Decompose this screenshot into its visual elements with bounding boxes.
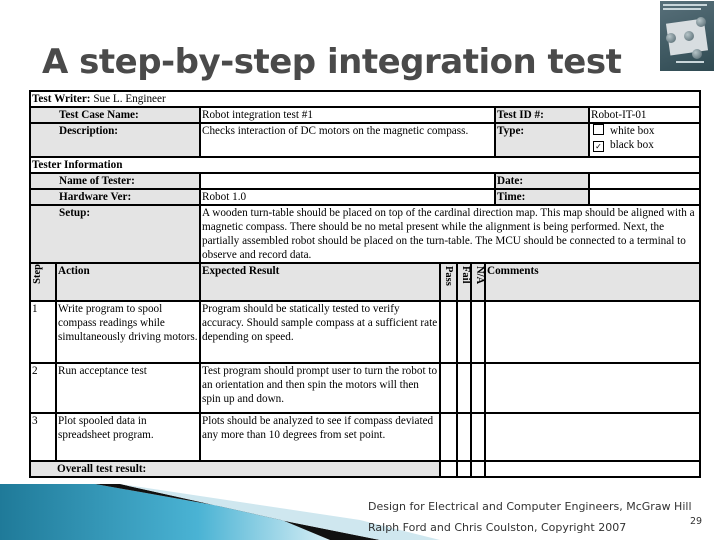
page-number: 29 bbox=[690, 516, 703, 527]
type-label: Type: bbox=[494, 122, 590, 158]
book-title-line bbox=[663, 4, 707, 6]
step-action: Run acceptance test bbox=[55, 362, 201, 414]
tester-information-heading: Tester Information bbox=[28, 156, 702, 174]
step-na-cell[interactable] bbox=[470, 300, 486, 364]
step-fail-cell[interactable] bbox=[456, 412, 472, 462]
step-comments-cell[interactable] bbox=[484, 300, 701, 364]
molecule-ball-icon bbox=[692, 49, 702, 59]
checkbox-unchecked-icon[interactable] bbox=[593, 125, 604, 135]
description-value[interactable]: Checks interaction of DC motors on the m… bbox=[199, 122, 496, 158]
na-header-text: N/A bbox=[474, 266, 485, 285]
setup-label: Setup: bbox=[29, 204, 201, 264]
molecule-ball-icon bbox=[666, 33, 676, 43]
step-expected-result: Program should be statically tested to v… bbox=[199, 300, 441, 364]
footer-line-authors: Ralph Ford and Chris Coulston, Copyright… bbox=[368, 521, 627, 534]
step-number: 2 bbox=[29, 362, 57, 414]
table-row: 2 Run acceptance test Test program shoul… bbox=[29, 362, 701, 414]
tester-name-label: Name of Tester: bbox=[29, 172, 201, 190]
slide-title: A step-by-step integration test bbox=[42, 42, 622, 82]
date-label: Date: bbox=[494, 172, 590, 190]
step-fail-cell[interactable] bbox=[456, 362, 472, 414]
column-header-pass: Pass bbox=[439, 262, 458, 302]
step-pass-cell[interactable] bbox=[439, 362, 458, 414]
step-comments-cell[interactable] bbox=[484, 362, 701, 414]
step-na-cell[interactable] bbox=[470, 412, 486, 462]
column-header-comments: Comments bbox=[484, 262, 701, 302]
test-header-table: Test Writer: Sue L. Engineer Test Case N… bbox=[28, 90, 702, 264]
hardware-version-value[interactable]: Robot 1.0 bbox=[199, 188, 496, 206]
step-fail-cell[interactable] bbox=[456, 300, 472, 364]
table-row: 3 Plot spooled data in spreadsheet progr… bbox=[29, 412, 701, 462]
step-number: 3 bbox=[29, 412, 57, 462]
test-case-sheet: Test Writer: Sue L. Engineer Test Case N… bbox=[28, 90, 702, 478]
step-expected-result: Plots should be analyzed to see if compa… bbox=[199, 412, 441, 462]
hardware-version-label: Hardware Ver: bbox=[29, 188, 201, 206]
book-cover-icon bbox=[660, 1, 714, 71]
type-option-white-box[interactable]: white box bbox=[591, 125, 698, 138]
step-pass-cell[interactable] bbox=[439, 300, 458, 364]
molecule-ball-icon bbox=[684, 31, 694, 41]
book-title-line bbox=[663, 8, 701, 10]
steps-header-row: Step Action Expected Result Pass Fail N/… bbox=[29, 262, 701, 302]
step-number: 1 bbox=[29, 300, 57, 364]
step-na-cell[interactable] bbox=[470, 362, 486, 414]
slide-footer: Design for Electrical and Computer Engin… bbox=[368, 496, 692, 538]
checkbox-checked-icon[interactable]: ✓ bbox=[593, 141, 604, 152]
test-id-value[interactable]: Robot-IT-01 bbox=[587, 106, 702, 124]
time-label: Time: bbox=[494, 188, 590, 206]
step-action: Plot spooled data in spreadsheet program… bbox=[55, 412, 201, 462]
column-header-step: Step bbox=[29, 262, 57, 302]
molecule-ball-icon bbox=[696, 17, 706, 27]
test-case-name-label: Test Case Name: bbox=[29, 106, 201, 124]
book-author-line bbox=[676, 61, 704, 63]
step-expected-result: Test program should prompt user to turn … bbox=[199, 362, 441, 414]
footer-line-publisher: Design for Electrical and Computer Engin… bbox=[368, 500, 692, 513]
column-header-expected-result: Expected Result bbox=[199, 262, 441, 302]
description-label: Description: bbox=[29, 122, 201, 158]
date-field[interactable] bbox=[587, 172, 702, 190]
fail-header-text: Fail bbox=[460, 266, 471, 284]
test-writer-value: Sue L. Engineer bbox=[93, 93, 166, 105]
type-option-label: black box bbox=[610, 139, 654, 151]
test-writer-label: Test Writer: bbox=[32, 93, 91, 105]
type-option-label: white box bbox=[610, 125, 655, 137]
type-options: white box ✓ black box bbox=[587, 122, 702, 158]
column-header-na: N/A bbox=[470, 262, 486, 302]
setup-value[interactable]: A wooden turn-table should be placed on … bbox=[198, 204, 702, 264]
test-writer-row: Test Writer: Sue L. Engineer bbox=[28, 90, 702, 108]
time-field[interactable] bbox=[587, 188, 702, 206]
step-pass-cell[interactable] bbox=[439, 412, 458, 462]
steps-table: Step Action Expected Result Pass Fail N/… bbox=[29, 262, 701, 478]
column-header-fail: Fail bbox=[456, 262, 472, 302]
type-option-black-box[interactable]: ✓ black box bbox=[591, 138, 698, 152]
pass-header-text: Pass bbox=[443, 266, 454, 286]
test-case-name-value[interactable]: Robot integration test #1 bbox=[199, 106, 496, 124]
table-row: 1 Write program to spool compass reading… bbox=[29, 300, 701, 364]
column-header-action: Action bbox=[55, 262, 201, 302]
step-header-text: Step bbox=[32, 264, 43, 284]
test-id-label: Test ID #: bbox=[494, 106, 590, 124]
tester-name-field[interactable] bbox=[199, 172, 496, 190]
step-action: Write program to spool compass readings … bbox=[55, 300, 201, 364]
step-comments-cell[interactable] bbox=[484, 412, 701, 462]
